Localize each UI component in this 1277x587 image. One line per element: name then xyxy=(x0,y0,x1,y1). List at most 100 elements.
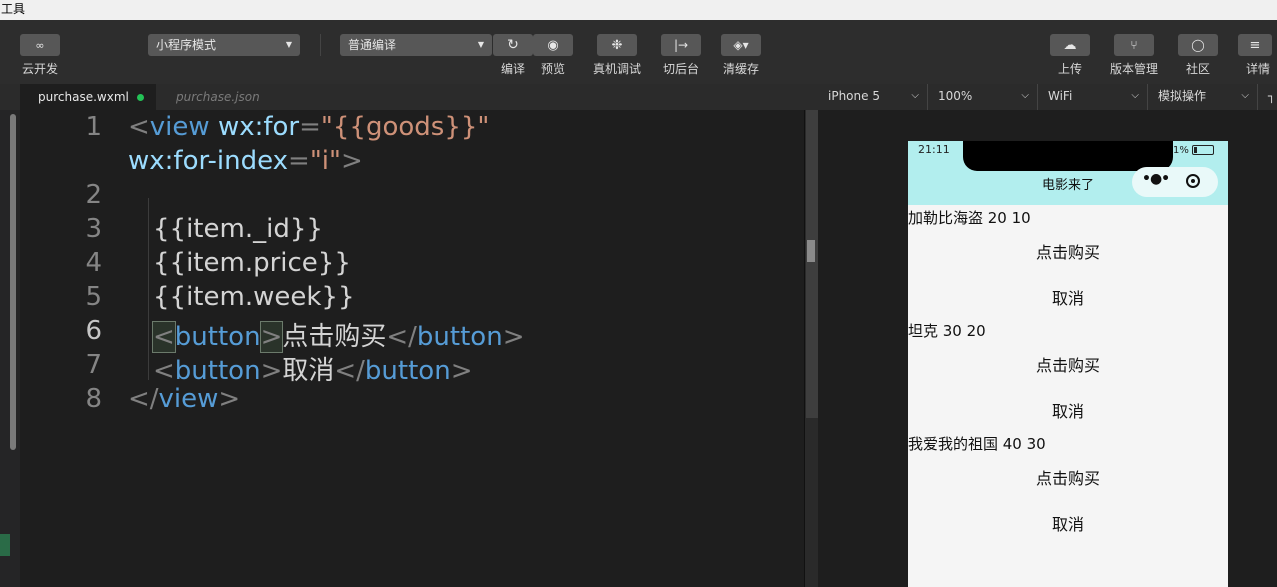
community-button[interactable]: ◯ xyxy=(1178,34,1218,56)
chevron-down-icon: ▼ xyxy=(285,40,292,49)
line-number: 4 xyxy=(85,248,102,278)
code-line-5: {{item.week}} xyxy=(153,282,355,312)
token: < xyxy=(152,321,176,353)
menu-bar: 工具 xyxy=(0,0,1277,20)
details-button[interactable]: ≡ xyxy=(1238,34,1272,56)
close-target-icon[interactable] xyxy=(1186,174,1200,188)
version-label: 版本管理 xyxy=(1109,62,1159,76)
preview-label: 预览 xyxy=(540,62,566,76)
zoom-select[interactable]: 100% ⌵ xyxy=(928,84,1038,110)
line-number: 5 xyxy=(85,282,102,312)
code-line-6: <button>点击购买</button> xyxy=(152,316,525,353)
simulator-panel: 21:11 1% 电影来了 •●• 加勒比海盗 20 10 点击购买 取消 坦克… xyxy=(818,110,1277,587)
cancel-button[interactable]: 取消 xyxy=(908,511,1228,535)
menu-tools[interactable]: 工具 xyxy=(0,2,25,16)
compile-select[interactable]: 普通编译 ▼ xyxy=(340,34,492,56)
token: button xyxy=(364,356,451,386)
menu-icon: ≡ xyxy=(1249,37,1261,53)
chevron-down-icon: ⌵ xyxy=(1131,90,1139,101)
code-line-1-wrap: wx:for-index="i"> xyxy=(128,146,363,176)
token: > xyxy=(259,321,284,353)
code-line-8: </view> xyxy=(128,384,240,414)
code-line-3: {{item._id}} xyxy=(153,214,323,244)
editor-scrollbar[interactable] xyxy=(804,110,819,587)
status-marker xyxy=(0,534,10,556)
scrollbar-marker xyxy=(807,240,815,262)
indent-guide xyxy=(148,198,149,380)
divider xyxy=(320,34,321,56)
device-select[interactable]: iPhone 5 ⌵ xyxy=(818,84,928,110)
chat-icon: ◯ xyxy=(1191,38,1205,52)
device-value: iPhone 5 xyxy=(828,89,880,103)
buy-button[interactable]: 点击购买 xyxy=(908,465,1228,489)
cancel-button[interactable]: 取消 xyxy=(908,285,1228,309)
network-select[interactable]: WiFi ⌵ xyxy=(1038,84,1148,110)
clear-cache-label: 清缓存 xyxy=(722,62,760,76)
network-value: WiFi xyxy=(1048,89,1073,103)
token: wx:for-index xyxy=(128,146,289,176)
token: > xyxy=(340,146,363,176)
bug-icon: ❉ xyxy=(611,37,623,53)
remote-debug-label: 真机调试 xyxy=(592,62,642,76)
refresh-icon: ↻ xyxy=(507,37,519,53)
simulate-ops-select[interactable]: 模拟操作 ⌵ xyxy=(1148,84,1258,110)
zoom-value: 100% xyxy=(938,89,973,103)
compile-button[interactable]: ↻ xyxy=(493,34,533,56)
list-item: 加勒比海盗 20 10 xyxy=(908,209,1031,227)
tab-purchase-json[interactable]: purchase.json xyxy=(176,84,260,110)
more-button[interactable]: ┐ xyxy=(1258,84,1277,110)
eye-icon: ◉ xyxy=(547,37,559,53)
token: view xyxy=(158,384,219,414)
capsule-menu[interactable]: •●• xyxy=(1132,167,1218,197)
mode-select[interactable]: 小程序模式 ▼ xyxy=(148,34,300,56)
upload-button[interactable]: ☁ xyxy=(1050,34,1090,56)
list-item: 坦克 30 20 xyxy=(908,322,986,340)
token: wx:for xyxy=(217,112,300,142)
community-label: 社区 xyxy=(1185,62,1211,76)
code-line-4: {{item.price}} xyxy=(153,248,351,278)
cloud-upload-icon: ☁ xyxy=(1063,37,1077,53)
status-time: 21:11 xyxy=(918,143,950,156)
token: > xyxy=(502,322,525,352)
chevron-down-icon: ⌵ xyxy=(1241,90,1249,101)
scrollbar-thumb[interactable] xyxy=(806,110,818,418)
tab-purchase-wxml[interactable]: purchase.wxml xyxy=(20,84,156,110)
token: = xyxy=(288,146,310,176)
line-number: 1 xyxy=(85,112,102,142)
token: > xyxy=(260,356,283,386)
buy-button[interactable]: 点击购买 xyxy=(908,239,1228,263)
token: "{{goods}}" xyxy=(320,112,490,142)
token: </ xyxy=(386,322,417,352)
token: > xyxy=(218,384,241,414)
chevron-down-icon: ⌵ xyxy=(1021,90,1029,101)
buy-button[interactable]: 点击购买 xyxy=(908,352,1228,376)
version-button[interactable]: ⑂ xyxy=(1114,34,1154,56)
line-number: 8 xyxy=(85,384,102,414)
code-editor[interactable]: 1 2 3 4 5 6 7 8 <view wx:for="{{goods}}"… xyxy=(20,110,804,587)
background-label: 切后台 xyxy=(662,62,700,76)
list-item: 我爱我的祖国 40 30 xyxy=(908,435,1046,453)
code-line-1: <view wx:for="{{goods}}" xyxy=(128,112,489,142)
clear-cache-button[interactable]: ◈▾ xyxy=(721,34,761,56)
preview-button[interactable]: ◉ xyxy=(533,34,573,56)
screen-icon: ┐ xyxy=(1268,89,1276,103)
simulator-bar: iPhone 5 ⌵ 100% ⌵ WiFi ⌵ 模拟操作 ⌵ ┐ xyxy=(818,84,1277,111)
mini-program-navbar: 21:11 1% 电影来了 •●• xyxy=(908,141,1228,205)
phone-notch xyxy=(963,141,1173,171)
remote-debug-button[interactable]: ❉ xyxy=(597,34,637,56)
layers-icon: ◈▾ xyxy=(733,38,749,52)
background-button[interactable]: |→ xyxy=(661,34,701,56)
token: </ xyxy=(128,384,159,414)
compile-label: 编译 xyxy=(500,62,526,76)
details-label: 详情 xyxy=(1245,62,1271,76)
token: = xyxy=(299,112,321,142)
file-tree-scrollbar[interactable] xyxy=(10,114,16,450)
token: view xyxy=(149,112,210,142)
more-dots-icon[interactable]: •●• xyxy=(1142,171,1170,187)
compile-select-value: 普通编译 xyxy=(348,38,397,52)
line-number: 7 xyxy=(85,350,102,380)
cancel-button[interactable]: 取消 xyxy=(908,398,1228,422)
token: 取消 xyxy=(282,356,335,386)
cloud-dev-button[interactable]: ∞ xyxy=(20,34,60,56)
tab-label: purchase.json xyxy=(176,90,260,104)
